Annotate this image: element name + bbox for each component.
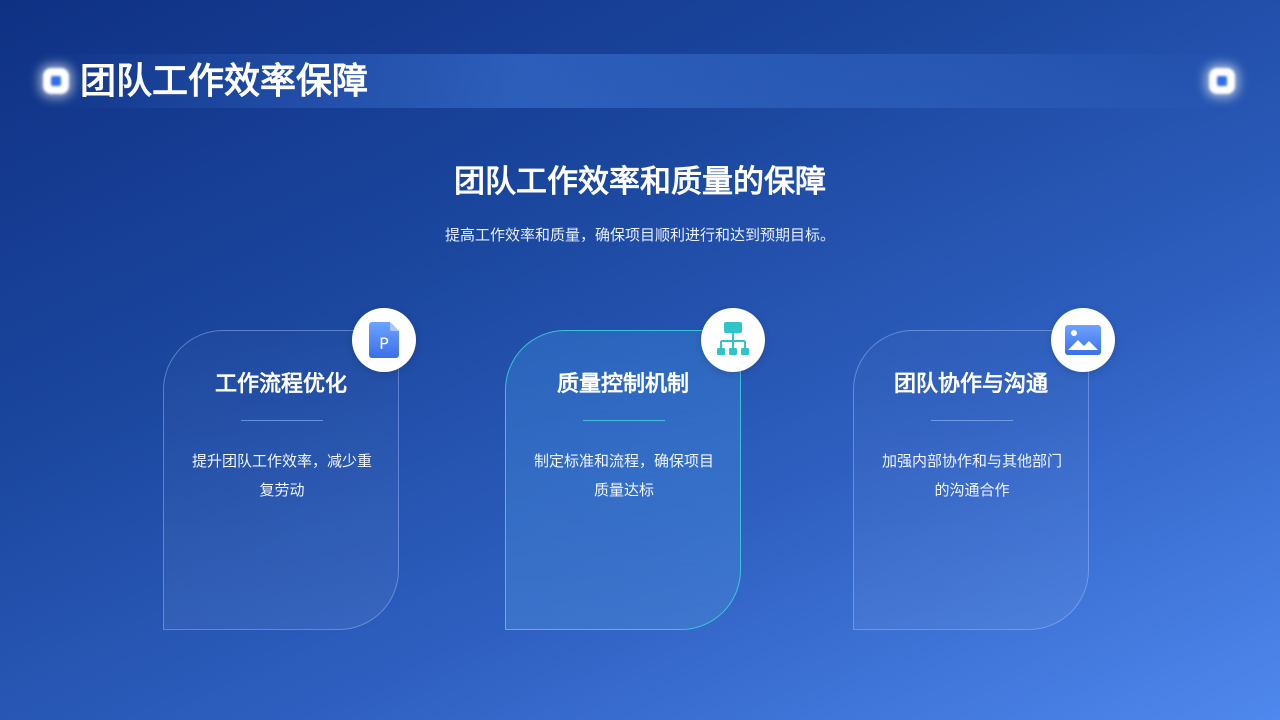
card-title: 质量控制机制: [556, 372, 689, 397]
image-icon: [1051, 308, 1115, 372]
hierarchy-icon: [701, 308, 765, 372]
card-divider: [931, 420, 1013, 421]
decorative-dot-icon: [1209, 68, 1235, 94]
card-divider: [583, 420, 665, 421]
page-title: 团队工作效率保障: [80, 61, 369, 102]
card-workflow-optimization: 工作流程优化 提升团队工作效率，减少重复劳动: [163, 330, 399, 630]
section-title: 团队工作效率和质量的保障: [454, 164, 826, 200]
card-description: 提升团队工作效率，减少重复劳动: [191, 452, 372, 499]
card-divider: [241, 420, 323, 421]
card-description: 制定标准和流程，确保项目质量达标: [533, 452, 714, 499]
card-title: 工作流程优化: [214, 372, 347, 397]
svg-text:P: P: [379, 334, 389, 353]
document-p-icon: P: [352, 308, 416, 372]
card-team-collaboration: 团队协作与沟通 加强内部协作和与其他部门的沟通合作: [853, 330, 1089, 630]
section-subtitle: 提高工作效率和质量，确保项目顺利进行和达到预期目标。: [444, 226, 835, 244]
decorative-dot-icon: [43, 68, 69, 94]
card-description: 加强内部协作和与其他部门的沟通合作: [881, 452, 1062, 499]
card-quality-control: 质量控制机制 制定标准和流程，确保项目质量达标: [505, 330, 741, 630]
card-title: 团队协作与沟通: [893, 372, 1048, 397]
